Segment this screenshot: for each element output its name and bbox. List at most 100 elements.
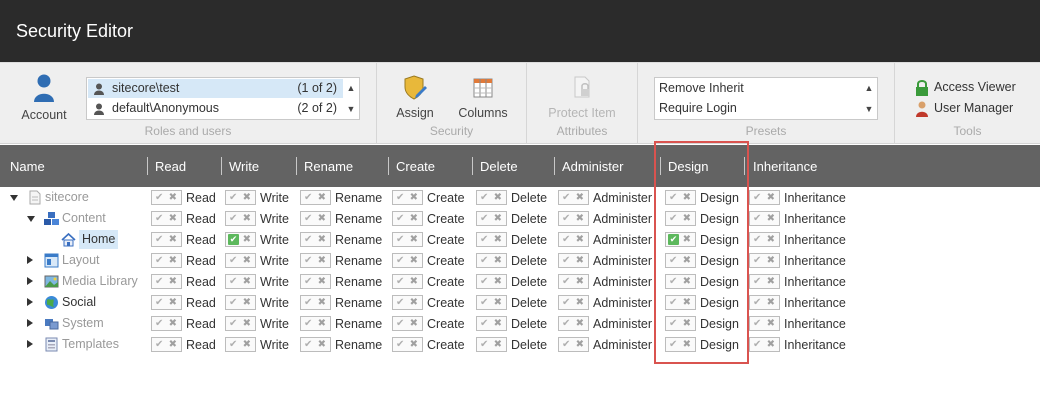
column-administer[interactable]: Administer: [562, 159, 623, 174]
preset-item[interactable]: Remove Inherit: [659, 79, 859, 98]
scroll-up-icon[interactable]: ▲: [343, 78, 359, 99]
permission-toggle[interactable]: ✔ ✖: [749, 337, 780, 352]
deny-x-icon[interactable]: ✖: [243, 296, 251, 309]
deny-x-icon[interactable]: ✖: [243, 275, 251, 288]
allow-check-icon[interactable]: ✔: [155, 296, 163, 309]
permission-toggle[interactable]: ✔ ✖: [151, 274, 182, 289]
deny-x-icon[interactable]: ✖: [318, 233, 326, 246]
permission-toggle[interactable]: ✔ ✖: [558, 337, 589, 352]
deny-x-icon[interactable]: ✖: [318, 296, 326, 309]
column-design[interactable]: Design: [668, 159, 708, 174]
allow-check-icon[interactable]: ✔: [562, 191, 570, 204]
allow-check-icon[interactable]: ✔: [562, 317, 570, 330]
allow-check-icon[interactable]: ✔: [229, 212, 237, 225]
allow-check-icon[interactable]: ✔: [155, 212, 163, 225]
permission-toggle[interactable]: ✔ ✖: [476, 190, 507, 205]
permission-toggle[interactable]: ✔ ✖: [392, 274, 423, 289]
deny-x-icon[interactable]: ✖: [576, 212, 584, 225]
deny-x-icon[interactable]: ✖: [410, 191, 418, 204]
allow-check-icon[interactable]: ✔: [562, 212, 570, 225]
deny-x-icon[interactable]: ✖: [576, 275, 584, 288]
tree-row[interactable]: Media Library ✔ ✖ Read ✔ ✖ Write ✔ ✖ Rename ✔ ✖ Crea…: [0, 271, 1040, 292]
allow-check-icon[interactable]: ✔: [304, 296, 312, 309]
deny-x-icon[interactable]: ✖: [169, 338, 177, 351]
permission-toggle[interactable]: ✔ ✖: [476, 211, 507, 226]
allow-check-icon[interactable]: ✔: [669, 191, 677, 204]
allow-check-icon[interactable]: ✔: [229, 254, 237, 267]
users-listbox[interactable]: sitecore\test (1 of 2) default\Anonymous…: [86, 77, 360, 120]
permission-toggle[interactable]: ✔ ✖: [665, 295, 696, 310]
allow-check-icon[interactable]: ✔: [480, 233, 488, 246]
permission-toggle[interactable]: ✔ ✖: [665, 190, 696, 205]
deny-x-icon[interactable]: ✖: [410, 317, 418, 330]
protect-item-button[interactable]: Protect Item: [537, 75, 627, 121]
permission-toggle[interactable]: ✔ ✖: [665, 232, 696, 247]
allow-check-icon[interactable]: ✔: [229, 191, 237, 204]
expand-icon[interactable]: [27, 340, 33, 348]
allow-check-icon[interactable]: ✔: [669, 317, 677, 330]
users-list-scroll[interactable]: ▲ ▼: [343, 78, 359, 119]
permission-toggle[interactable]: ✔ ✖: [225, 337, 256, 352]
permission-toggle[interactable]: ✔ ✖: [392, 190, 423, 205]
permission-toggle[interactable]: ✔ ✖: [300, 232, 331, 247]
deny-x-icon[interactable]: ✖: [494, 233, 502, 246]
tree-item-label[interactable]: sitecore: [45, 190, 89, 204]
expand-icon[interactable]: [27, 298, 33, 306]
allow-check-icon[interactable]: ✔: [562, 338, 570, 351]
permission-toggle[interactable]: ✔ ✖: [300, 253, 331, 268]
permission-toggle[interactable]: ✔ ✖: [151, 295, 182, 310]
tree-row[interactable]: System ✔ ✖ Read ✔ ✖ Write ✔ ✖ Rename ✔ ✖ Create ✔ ✖ Del…: [0, 313, 1040, 334]
column-separator[interactable]: [388, 157, 389, 175]
permission-toggle[interactable]: ✔ ✖: [225, 295, 256, 310]
allow-check-icon[interactable]: ✔: [304, 317, 312, 330]
deny-x-icon[interactable]: ✖: [767, 254, 775, 267]
tree-item-label[interactable]: Home: [79, 230, 119, 249]
permission-toggle[interactable]: ✔ ✖: [558, 295, 589, 310]
deny-x-icon[interactable]: ✖: [243, 191, 251, 204]
column-separator[interactable]: [660, 157, 661, 175]
permission-toggle[interactable]: ✔ ✖: [392, 316, 423, 331]
permission-toggle[interactable]: ✔ ✖: [151, 190, 182, 205]
permission-toggle[interactable]: ✔ ✖: [151, 337, 182, 352]
allow-check-icon[interactable]: ✔: [480, 212, 488, 225]
account-button[interactable]: Account: [12, 73, 76, 123]
deny-x-icon[interactable]: ✖: [318, 275, 326, 288]
allow-check-icon[interactable]: ✔: [155, 254, 163, 267]
expand-icon[interactable]: [27, 256, 33, 264]
deny-x-icon[interactable]: ✖: [494, 254, 502, 267]
tree-row[interactable]: Social ✔ ✖ Read ✔ ✖ Write ✔ ✖ Rename ✔ ✖ Create ✔ ✖ Del…: [0, 292, 1040, 313]
allow-check-icon[interactable]: ✔: [396, 317, 404, 330]
permission-toggle[interactable]: ✔ ✖: [392, 211, 423, 226]
assign-button[interactable]: Assign: [389, 75, 441, 121]
allow-check-icon[interactable]: ✔: [155, 338, 163, 351]
deny-x-icon[interactable]: ✖: [410, 296, 418, 309]
deny-x-icon[interactable]: ✖: [243, 233, 251, 246]
allow-check-icon[interactable]: ✔: [155, 233, 163, 246]
deny-x-icon[interactable]: ✖: [767, 212, 775, 225]
collapse-icon[interactable]: [10, 195, 18, 201]
allow-check-icon[interactable]: ✔: [396, 296, 404, 309]
deny-x-icon[interactable]: ✖: [576, 191, 584, 204]
allow-check-icon[interactable]: ✔: [669, 254, 677, 267]
deny-x-icon[interactable]: ✖: [576, 338, 584, 351]
permission-toggle[interactable]: ✔ ✖: [749, 190, 780, 205]
permission-toggle[interactable]: ✔ ✖: [225, 253, 256, 268]
deny-x-icon[interactable]: ✖: [169, 275, 177, 288]
permission-toggle[interactable]: ✔ ✖: [151, 232, 182, 247]
permission-toggle[interactable]: ✔ ✖: [558, 190, 589, 205]
deny-x-icon[interactable]: ✖: [767, 338, 775, 351]
deny-x-icon[interactable]: ✖: [169, 317, 177, 330]
allow-check-icon[interactable]: ✔: [155, 275, 163, 288]
allow-check-icon[interactable]: ✔: [304, 338, 312, 351]
permission-toggle[interactable]: ✔ ✖: [300, 190, 331, 205]
column-separator[interactable]: [147, 157, 148, 175]
column-write[interactable]: Write: [229, 159, 259, 174]
deny-x-icon[interactable]: ✖: [494, 191, 502, 204]
allow-check-icon[interactable]: ✔: [304, 212, 312, 225]
deny-x-icon[interactable]: ✖: [494, 317, 502, 330]
allow-check-icon[interactable]: ✔: [304, 191, 312, 204]
allow-check-icon[interactable]: ✔: [753, 275, 761, 288]
deny-x-icon[interactable]: ✖: [169, 296, 177, 309]
deny-x-icon[interactable]: ✖: [243, 212, 251, 225]
allow-check-icon[interactable]: ✔: [155, 317, 163, 330]
